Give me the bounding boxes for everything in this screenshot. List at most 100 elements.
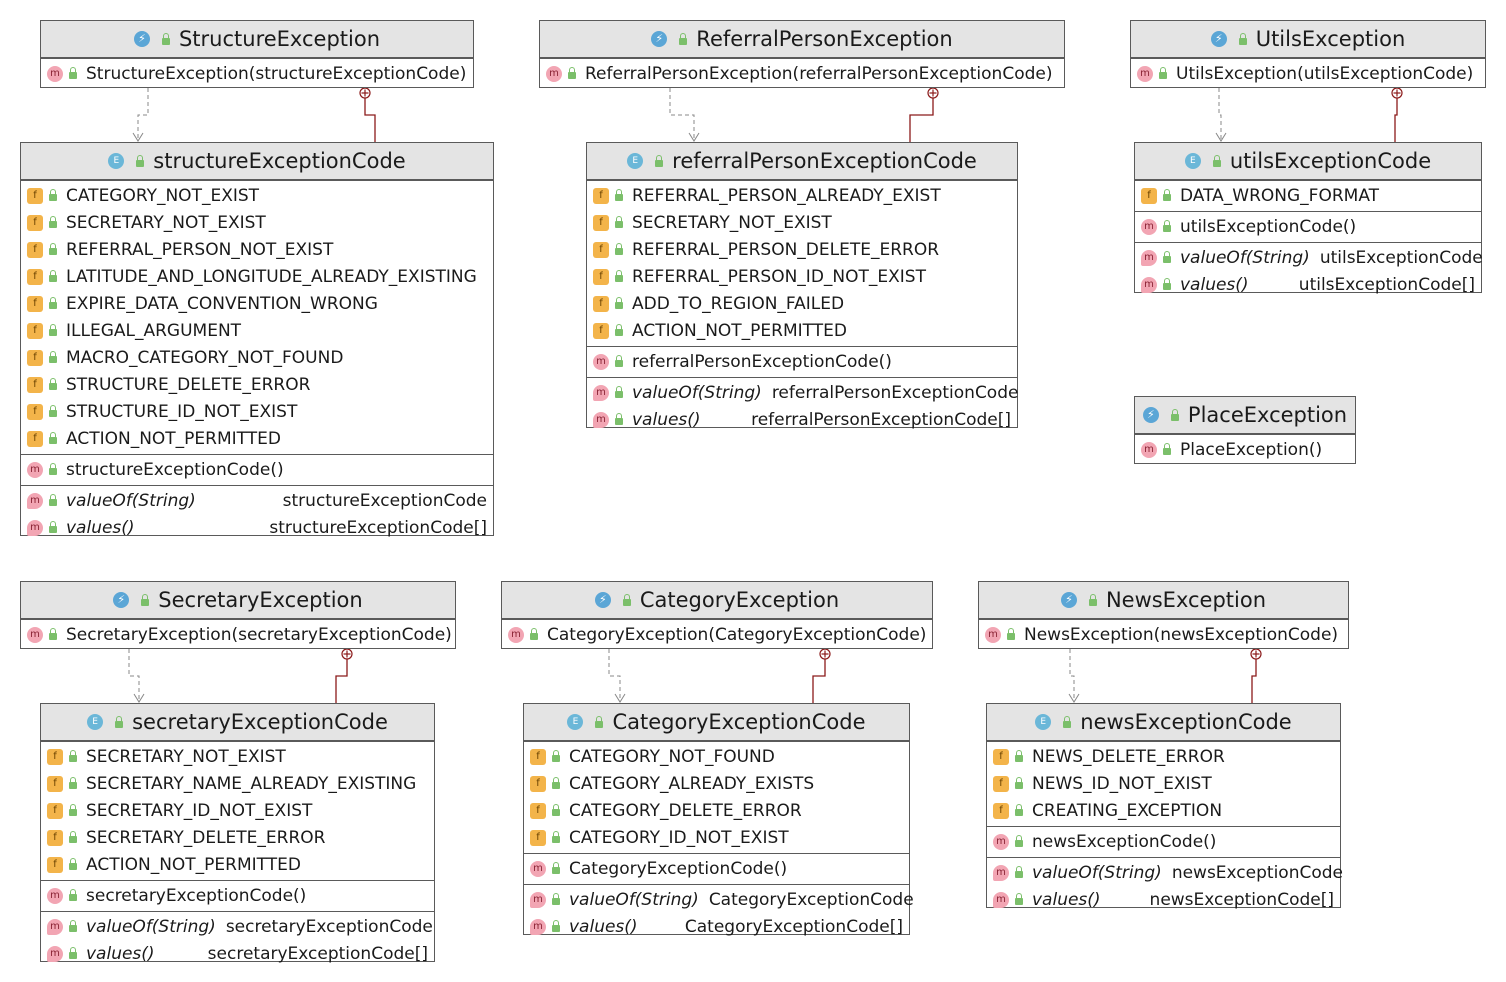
static-method-icon: m [27, 492, 43, 509]
lock-icon [552, 777, 560, 789]
method-icon: m [47, 887, 63, 904]
lock-icon [1088, 593, 1097, 606]
valueof-method: valueOf(String) [1032, 862, 1162, 883]
utils-exception-code-enum[interactable]: EutilsExceptionCode f DATA_WRONG_FORMAT m… [1134, 142, 1483, 295]
class-title: StructureException [178, 27, 381, 51]
enum-field: STRUCTURE_DELETE_ERROR [66, 374, 311, 395]
lock-icon [69, 67, 77, 79]
field-icon: f [27, 295, 43, 312]
field-icon: f [47, 775, 63, 792]
lock-icon [69, 750, 77, 762]
lightning-icon: ⚡ [1210, 31, 1227, 47]
field-icon: f [593, 268, 609, 285]
static-method-icon: m [1141, 276, 1157, 293]
method-icon: m [1137, 65, 1153, 82]
secretary-exception-class[interactable]: ⚡ SecretaryException m SecretaryException(… [20, 581, 456, 649]
place-exception-class[interactable]: ⚡ PlaceException m PlaceException() [1134, 396, 1356, 464]
static-method-icon: m [27, 519, 43, 536]
lock-icon [49, 521, 57, 533]
enum-field: DATA_WRONG_FORMAT [1180, 185, 1380, 206]
field-icon: f [27, 430, 43, 447]
method-icon: m [530, 860, 546, 877]
values-method: values() [66, 517, 135, 538]
category-exception-class[interactable]: ⚡ CategoryException m CategoryException(Ca… [501, 581, 933, 649]
lightning-icon: ⚡ [133, 31, 150, 47]
structure-exception-code-enum[interactable]: EstructureExceptionCode f CATEGORY_NOT_EX… [20, 142, 494, 538]
secretary-exception-code-enum[interactable]: EsecretaryExceptionCode f SECRETARY_NOT_E… [40, 703, 435, 964]
enum-field: NEWS_ID_NOT_EXIST [1032, 773, 1212, 794]
structure-exception-class[interactable]: ⚡ StructureException m StructureException(… [40, 20, 474, 88]
enum-field: LATITUDE_AND_LONGITUDE_ALREADY_EXISTING [66, 266, 477, 287]
field-icon: f [27, 322, 43, 339]
field-icon: f [530, 802, 546, 819]
values-method: values() [86, 943, 155, 964]
static-method-icon: m [47, 945, 63, 962]
enum-field: EXPIRE_DATA_CONVENTION_WRONG [66, 293, 378, 314]
field-icon: f [27, 187, 43, 204]
lock-icon [69, 858, 77, 870]
lock-icon [49, 324, 57, 336]
lightning-icon: ⚡ [113, 592, 130, 608]
valueof-method: valueOf(String) [66, 490, 196, 511]
referral-person-exception-code-enum[interactable]: EreferralPersonExceptionCode f REFERRAL_P… [586, 142, 1018, 430]
enum-icon: E [108, 153, 125, 169]
valueof-method: valueOf(String) [569, 889, 699, 910]
category-exception-code-enum[interactable]: E CategoryExceptionCode f CATEGORY_NOT_FOU… [523, 703, 914, 937]
news-exception-code-enum[interactable]: EnewsExceptionCode f NEWS_DELETE_ERROR f N… [986, 703, 1343, 910]
enum-constructor: referralPersonExceptionCode() [632, 351, 892, 372]
method-icon: m [27, 461, 43, 478]
news-exception-class[interactable]: ⚡ NewsException m NewsException(newsExcept… [978, 581, 1349, 649]
lock-icon [69, 920, 77, 932]
constructor: UtilsException(utilsExceptionCode) [1176, 63, 1474, 84]
field-icon: f [993, 775, 1009, 792]
enum-field: CATEGORY_NOT_EXIST [66, 185, 260, 206]
referral-person-exception-class[interactable]: ⚡ ReferralPersonException m ReferralPerson… [539, 20, 1065, 88]
enum-field: REFERRAL_PERSON_DELETE_ERROR [632, 239, 940, 260]
enum-title: referralPersonExceptionCode [672, 149, 977, 173]
enum-icon: E [567, 714, 584, 730]
lock-icon [622, 593, 631, 606]
dependency-arrowhead [1215, 132, 1227, 142]
utils-exception-class[interactable]: ⚡ UtilsException m UtilsException(utilsExc… [1130, 20, 1486, 88]
values-method: values() [632, 409, 701, 430]
constructor: ReferralPersonException(referralPersonEx… [585, 63, 1053, 84]
enum-field: CATEGORY_ID_NOT_EXIST [569, 827, 789, 848]
dependency-arrowhead [614, 693, 626, 703]
lock-icon [568, 67, 576, 79]
lock-icon [1163, 251, 1171, 263]
lightning-icon: ⚡ [1060, 592, 1077, 608]
lock-icon [1163, 189, 1171, 201]
enum-field: SECRETARY_NAME_ALREADY_EXISTING [86, 773, 417, 794]
method-icon: m [546, 65, 562, 82]
values-method: values() [1032, 889, 1101, 910]
enum-field: ADD_TO_REGION_FAILED [632, 293, 845, 314]
field-icon: f [593, 214, 609, 231]
enum-field: CATEGORY_NOT_FOUND [569, 746, 775, 767]
lock-icon [49, 628, 57, 640]
enum-constructor: CategoryExceptionCode() [569, 858, 788, 879]
method-icon: m [1141, 218, 1157, 235]
field-icon: f [530, 775, 546, 792]
class-title: UtilsException [1255, 27, 1406, 51]
lock-icon [530, 628, 538, 640]
lock-icon [615, 216, 623, 228]
dependency-arrowhead [133, 693, 145, 703]
enum-constructor: newsExceptionCode() [1032, 831, 1217, 852]
values-return-type: referralPersonExceptionCode[] [751, 409, 1011, 430]
field-icon: f [47, 829, 63, 846]
class-title: SecretaryException [158, 588, 363, 612]
lock-icon [615, 324, 623, 336]
enum-field: MACRO_CATEGORY_NOT_FOUND [66, 347, 344, 368]
lock-icon [49, 378, 57, 390]
enum-field: ACTION_NOT_PERMITTED [86, 854, 301, 875]
lock-icon [1015, 777, 1023, 789]
class-title: PlaceException [1187, 403, 1348, 427]
method-icon: m [508, 626, 524, 643]
nested-line [812, 659, 826, 703]
lock-icon [552, 831, 560, 843]
enum-icon: E [627, 153, 644, 169]
valueof-return-type: utilsExceptionCode [1319, 247, 1483, 268]
field-icon: f [47, 748, 63, 765]
enum-field: REFERRAL_PERSON_ID_NOT_EXIST [632, 266, 926, 287]
enum-field: SECRETARY_NOT_EXIST [632, 212, 832, 233]
